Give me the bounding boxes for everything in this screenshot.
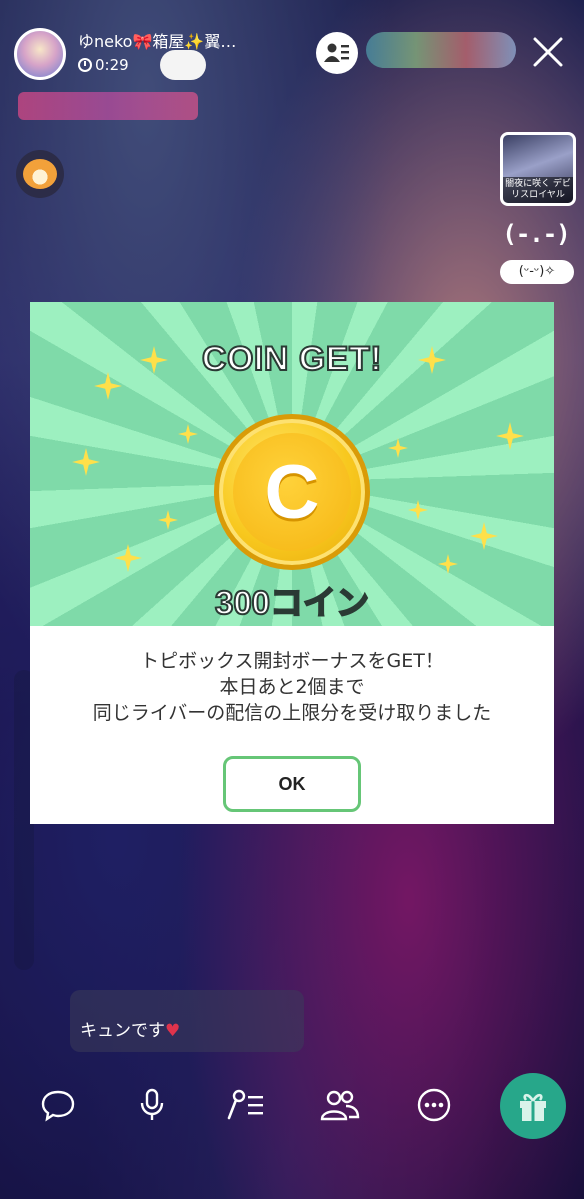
stream-header: ゆneko🎀箱屋✨翼… 0:29 xyxy=(14,26,570,82)
microphone-icon xyxy=(140,1088,164,1120)
close-icon xyxy=(533,37,563,67)
stream-timer: 0:29 xyxy=(78,56,129,74)
collab-button[interactable] xyxy=(316,1081,364,1129)
gift-button[interactable] xyxy=(500,1073,566,1139)
pinned-comment-blur xyxy=(18,92,198,120)
more-button[interactable] xyxy=(410,1081,458,1129)
elapsed-time: 0:29 xyxy=(95,56,129,74)
coin-icon: C xyxy=(214,414,370,570)
dialog-message-line: 同じライバーの配信の上限分を受け取りました xyxy=(92,702,492,724)
collab-icon xyxy=(320,1090,360,1121)
dialog-message-line: トピボックス開封ボーナスをGET！ xyxy=(140,650,444,672)
tiger-icon xyxy=(23,159,57,189)
gift-icon xyxy=(520,1093,546,1121)
dialog-message-line: 本日あと2個まで xyxy=(219,676,365,698)
viewer-list-button[interactable] xyxy=(316,32,358,74)
coin-letter: C xyxy=(233,433,351,551)
heart-icon: ♥ xyxy=(165,1021,181,1041)
kaomoji-display: (-.-) xyxy=(502,220,570,248)
ok-button[interactable]: OK xyxy=(223,756,361,812)
clock-icon xyxy=(78,58,92,72)
event-caption: 闇夜に咲く デビリスロイヤル xyxy=(503,177,573,203)
singing-button[interactable] xyxy=(222,1081,270,1129)
dialog-body: トピボックス開封ボーナスをGET！ 本日あと2個まで 同じライバーの配信の上限分… xyxy=(30,626,554,812)
coin-amount: 300コイン xyxy=(214,583,370,622)
coin-hero: COIN GET! C 300コイン xyxy=(30,302,554,626)
tiger-stamp-button[interactable] xyxy=(16,150,64,198)
event-banner[interactable]: 闇夜に咲く デビリスロイヤル xyxy=(500,132,576,206)
comment-icon xyxy=(41,1090,75,1122)
chat-message-text: キュンです xyxy=(80,1021,165,1041)
streamer-badge xyxy=(160,50,206,80)
streamer-name[interactable]: ゆneko🎀箱屋✨翼… xyxy=(78,28,236,52)
microphone-button[interactable] xyxy=(128,1081,176,1129)
viewer-list-icon xyxy=(324,43,349,62)
chat-message: キュンです♥ xyxy=(80,1016,180,1041)
close-button[interactable] xyxy=(526,30,570,74)
dialog-title: COIN GET! xyxy=(201,339,383,379)
streamer-avatar[interactable] xyxy=(14,28,66,80)
more-icon xyxy=(417,1088,451,1122)
singing-icon xyxy=(227,1089,263,1120)
kaomoji-pill[interactable]: (ᵕ-ᵕ)✧ xyxy=(500,260,574,284)
comment-button[interactable] xyxy=(34,1081,82,1129)
top-viewers-strip[interactable] xyxy=(366,32,516,68)
bottom-toolbar xyxy=(0,1069,584,1139)
coin-get-dialog: COIN GET! C 300コイン トピボックス開封ボーナスをGET！ 本日あ… xyxy=(30,302,554,824)
